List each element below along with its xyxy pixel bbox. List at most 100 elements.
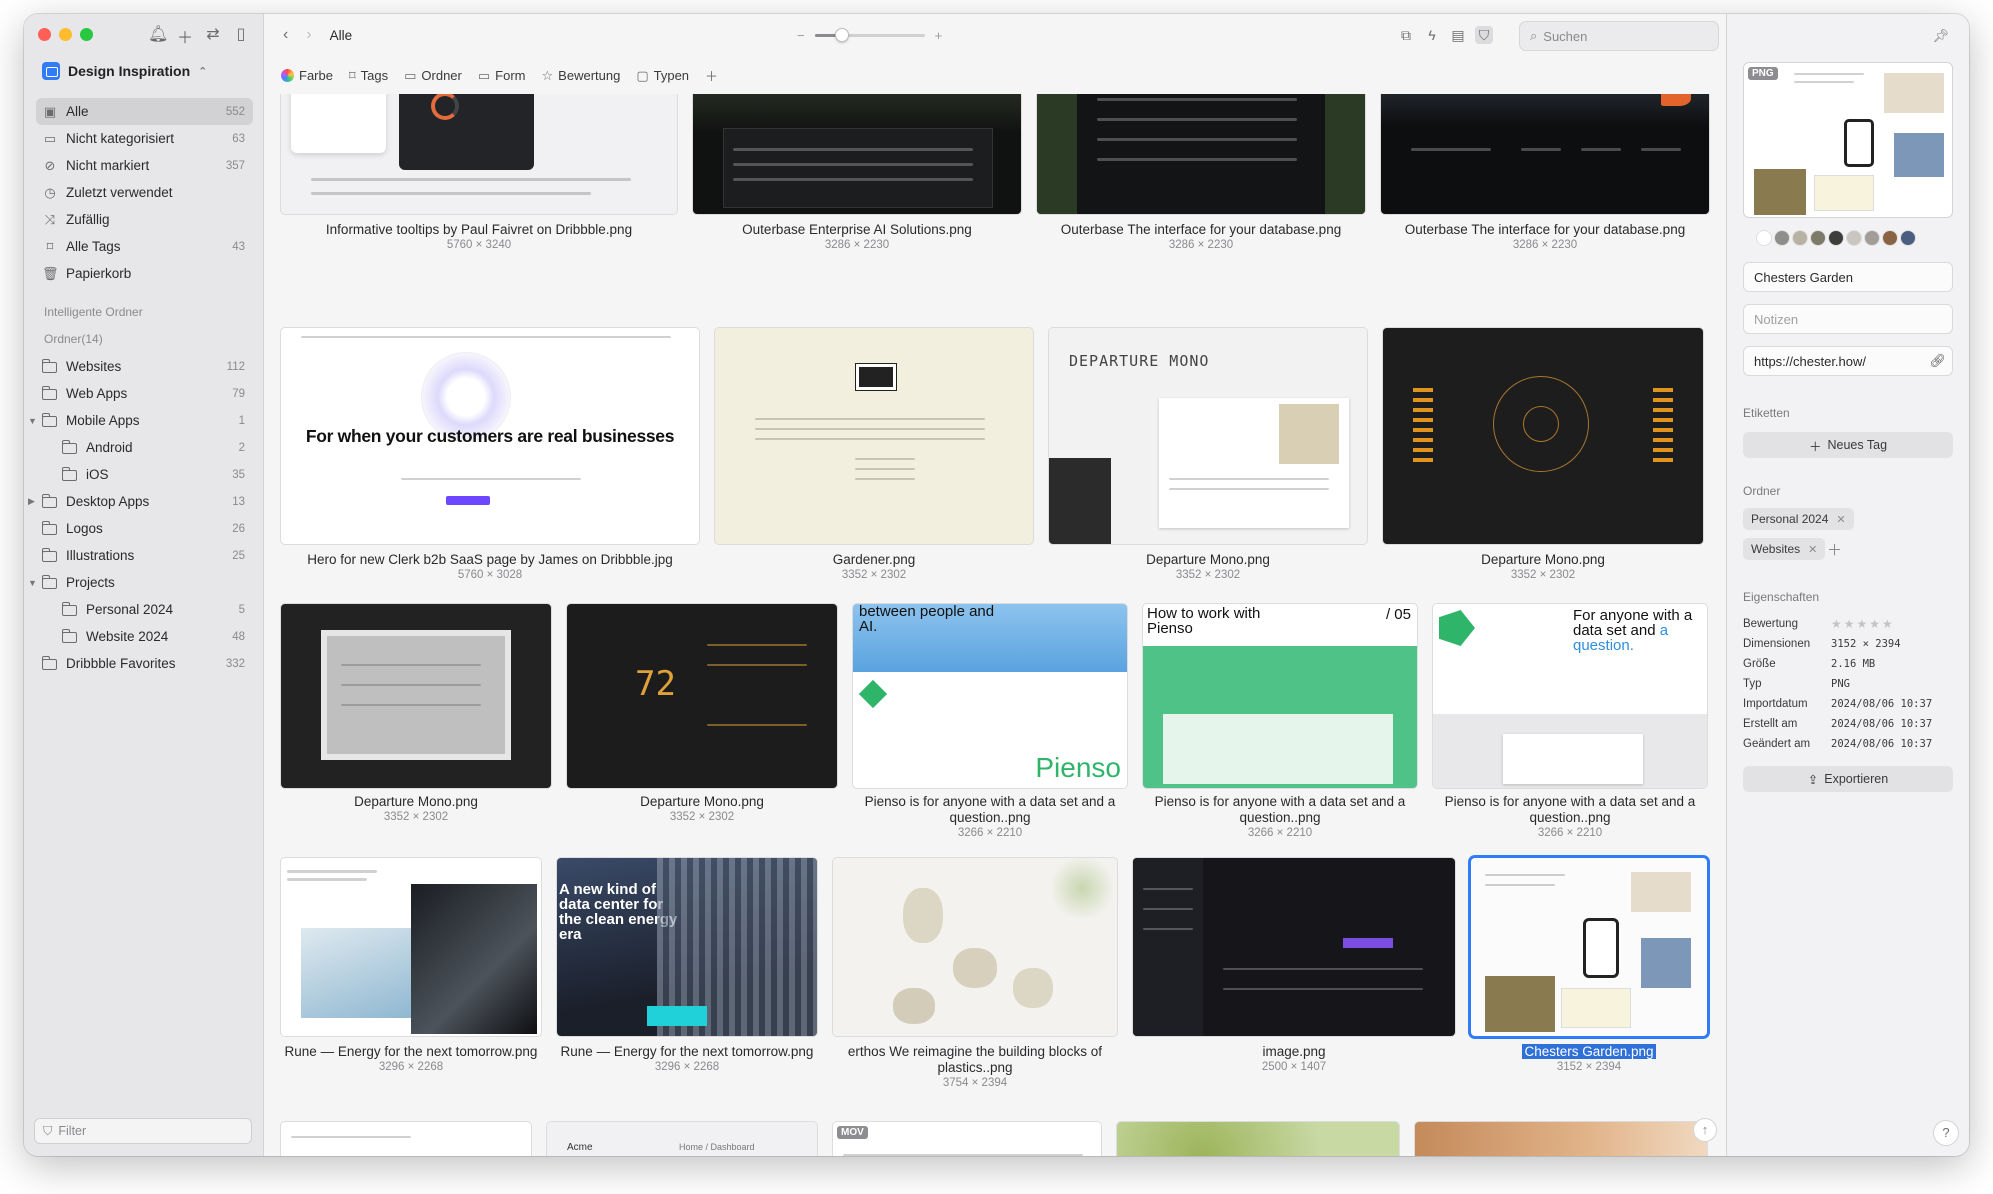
zoom-window-button[interactable] <box>80 28 93 41</box>
sidebar-folder-mobile-apps[interactable]: ▼ Mobile Apps 1 <box>28 407 253 434</box>
new-tag-button[interactable]: ＋ Neues Tag <box>1743 432 1953 458</box>
disclosure-down-icon[interactable]: ▼ <box>28 578 40 588</box>
color-swatch[interactable] <box>1847 231 1861 245</box>
color-swatch[interactable] <box>1793 231 1807 245</box>
search-input[interactable]: ⌕ Suchen <box>1519 21 1719 51</box>
filter-rating[interactable]: ☆ Bewertung <box>542 68 621 84</box>
folders-heading[interactable]: Ordner(14) <box>36 326 253 353</box>
sidebar-folder-ios[interactable]: iOS 35 <box>36 461 253 488</box>
sidebar-folder-dribbble-favorites[interactable]: Dribbble Favorites 332 <box>36 650 253 677</box>
scroll-to-top-button[interactable]: ↑ <box>1693 1118 1717 1142</box>
color-swatch[interactable] <box>1757 231 1771 245</box>
zoom-knob[interactable] <box>835 28 850 42</box>
asset-thumbnail[interactable] <box>1381 94 1709 214</box>
sidebar-item-random[interactable]: ⤨ Zufällig <box>36 206 253 233</box>
asset-thumbnail[interactable] <box>281 604 551 788</box>
sidebar-folder-web-apps[interactable]: Web Apps 79 <box>36 380 253 407</box>
extension-icon[interactable]: ⧉ <box>1397 26 1415 44</box>
color-swatch[interactable] <box>1811 231 1825 245</box>
sidebar-item-uncategorized[interactable]: ▭ Nicht kategorisiert 63 <box>36 125 253 152</box>
asset-thumbnail[interactable]: How to work with Pienso / 05 <box>1143 604 1417 788</box>
sidebar-folder-website-2024[interactable]: Website 2024 48 <box>36 623 253 650</box>
minimize-window-button[interactable] <box>59 28 72 41</box>
color-swatch[interactable] <box>1883 231 1897 245</box>
remove-icon[interactable]: ✕ <box>1836 513 1845 526</box>
asset-thumbnail[interactable]: Acme Home / Dashboard <box>547 1122 817 1156</box>
asset-thumbnail[interactable] <box>1133 858 1455 1036</box>
swap-icon[interactable]: ⇄ <box>204 24 222 48</box>
color-swatch[interactable] <box>1901 231 1915 245</box>
filter-types[interactable]: ▢ Typen <box>636 68 689 84</box>
zoom-out-icon[interactable]: − <box>797 28 805 43</box>
back-icon[interactable]: ‹ <box>283 26 288 44</box>
title-field[interactable]: Chesters Garden <box>1743 262 1953 292</box>
sidebar-item-trash[interactable]: 🗑︎ Papierkorb <box>36 260 253 287</box>
smart-folders-heading[interactable]: Intelligente Ordner <box>36 299 253 326</box>
plus-icon[interactable]: ＋ <box>176 24 194 48</box>
sidebar-folder-personal-2024[interactable]: Personal 2024 5 <box>36 596 253 623</box>
add-folder-icon[interactable]: ＋ <box>1827 539 1842 560</box>
rating-stars[interactable]: ★★★★★ <box>1831 617 1895 631</box>
asset-thumbnail[interactable] <box>281 858 541 1036</box>
sidebar-folder-websites[interactable]: Websites 112 <box>36 353 253 380</box>
sidebar-folder-desktop-apps[interactable]: ▶ Desktop Apps 13 <box>28 488 253 515</box>
asset-thumbnail[interactable] <box>281 94 677 214</box>
asset-name-selected[interactable]: Chesters Garden.png <box>1522 1044 1656 1059</box>
filter-shape[interactable]: ▭ Form <box>478 68 526 84</box>
zoom-in-icon[interactable]: + <box>935 28 943 43</box>
sidebar-item-untagged[interactable]: ⊘ Nicht markiert 357 <box>36 152 253 179</box>
sidebar-folder-android[interactable]: Android 2 <box>36 434 253 461</box>
asset-thumbnail[interactable]: A new kind of data center for the clean … <box>557 858 817 1036</box>
asset-thumbnail[interactable]: between people and AI. Pienso <box>853 604 1127 788</box>
sidebar-item-recent[interactable]: ◷ Zuletzt verwendet <box>36 179 253 206</box>
zoom-slider[interactable]: − + <box>797 28 942 43</box>
filter-folder[interactable]: ▭ Ordner <box>404 68 462 84</box>
close-window-button[interactable] <box>38 28 51 41</box>
asset-thumbnail[interactable] <box>1415 1122 1707 1156</box>
filter-icon[interactable]: ⛉ <box>1475 26 1493 44</box>
asset-thumbnail[interactable]: DEPARTURE MONO <box>1049 328 1367 544</box>
sidebar-folder-projects[interactable]: ▼ Projects <box>28 569 253 596</box>
sidebar-filter-input[interactable]: ⛉ Filter <box>34 1118 252 1144</box>
folder-tag[interactable]: Websites ✕ <box>1743 538 1826 560</box>
asset-thumbnail[interactable]: 72 <box>567 604 837 788</box>
sidebar-folder-logos[interactable]: Logos 26 <box>36 515 253 542</box>
asset-thumbnail[interactable] <box>281 1122 531 1156</box>
remove-icon[interactable]: ✕ <box>1808 543 1817 556</box>
pin-icon[interactable]: 📌︎ <box>1932 28 1949 44</box>
asset-thumbnail[interactable] <box>1471 858 1707 1036</box>
layout-icon[interactable]: ▤ <box>1449 26 1467 44</box>
asset-thumbnail[interactable] <box>833 858 1117 1036</box>
library-switcher[interactable]: Design Inspiration ⌃ <box>42 62 207 80</box>
filter-tags[interactable]: ⌑ Tags <box>349 68 388 84</box>
color-swatch[interactable] <box>1829 231 1843 245</box>
disclosure-right-icon[interactable]: ▶ <box>28 496 40 507</box>
filter-color[interactable]: Farbe <box>281 68 333 83</box>
folder-tag[interactable]: Personal 2024 ✕ <box>1743 508 1854 530</box>
asset-thumbnail[interactable] <box>1037 94 1365 214</box>
asset-thumbnail[interactable] <box>715 328 1033 544</box>
bell-icon[interactable]: 🔔︎ <box>148 24 168 48</box>
color-swatch[interactable] <box>1865 231 1879 245</box>
asset-thumbnail[interactable]: For when your customers are real busines… <box>281 328 699 544</box>
bolt-icon[interactable]: ϟ <box>1423 26 1441 44</box>
disclosure-down-icon[interactable]: ▼ <box>28 416 40 426</box>
notes-field[interactable]: Notizen <box>1743 304 1953 334</box>
inspector-preview[interactable]: PNG <box>1743 62 1953 218</box>
asset-thumbnail[interactable] <box>1383 328 1703 544</box>
sidebar-item-alle[interactable]: ▣ Alle 552 <box>36 98 253 125</box>
url-field[interactable]: https://chester.how/ 🔗︎ <box>1743 346 1953 376</box>
zoom-track[interactable] <box>814 28 925 42</box>
export-button[interactable]: ⇪ Exportieren <box>1743 766 1953 792</box>
forward-icon[interactable]: › <box>306 26 311 44</box>
asset-thumbnail[interactable] <box>693 94 1021 214</box>
add-filter-button[interactable]: ＋ <box>705 66 718 85</box>
sidebar-toggle-icon[interactable]: ▯ <box>232 24 250 48</box>
help-button[interactable]: ? <box>1933 1120 1959 1146</box>
asset-thumbnail[interactable]: For anyone with a data set and a questio… <box>1433 604 1707 788</box>
link-icon[interactable]: 🔗︎ <box>1929 353 1946 369</box>
asset-thumbnail[interactable] <box>1117 1122 1399 1156</box>
asset-thumbnail[interactable]: MOV <box>833 1122 1101 1156</box>
sidebar-folder-illustrations[interactable]: Illustrations 25 <box>36 542 253 569</box>
color-swatch[interactable] <box>1775 231 1789 245</box>
